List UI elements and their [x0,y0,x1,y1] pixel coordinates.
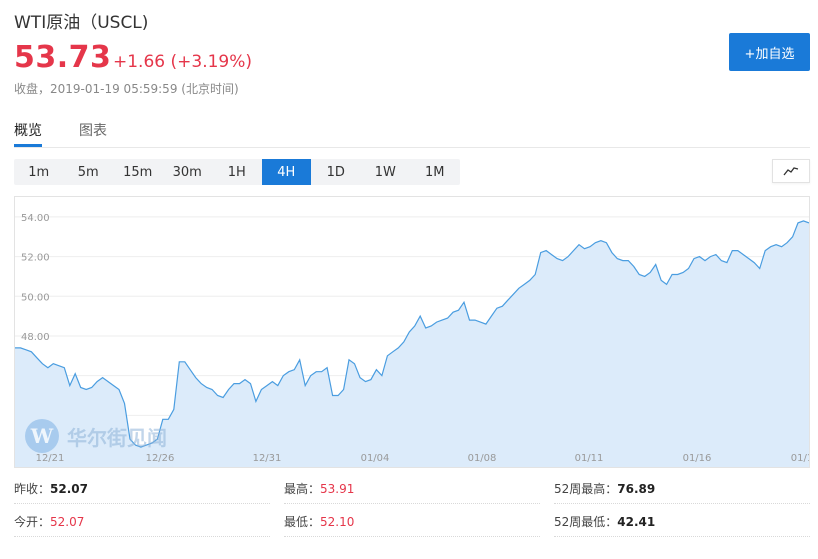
chart-type-button[interactable] [772,159,810,183]
stat-label: 最高： [284,482,321,496]
stat-low: 最低： 52.10 [284,507,540,537]
stat-value: 53.91 [320,481,355,496]
line-chart-icon [783,167,799,176]
watermark: W 华尔街见闻 [25,419,167,453]
period-1h[interactable]: 1H [212,159,262,185]
watermark-logo: W [25,419,59,453]
period-1d[interactable]: 1D [311,159,361,185]
period-1mo[interactable]: 1M [410,159,460,185]
stat-value: 52.10 [320,514,355,529]
tab-bar: 概览 图表 [14,110,810,148]
stat-52w-high: 52周最高： 76.89 [554,474,810,504]
stat-prev-close: 昨收： 52.07 [14,474,270,504]
current-price: 53.73 [14,40,112,75]
close-timestamp: 收盘，2019-01-19 05:59:59 (北京时间) [14,82,239,96]
period-1m[interactable]: 1m [14,159,64,185]
period-4h[interactable]: 4H [261,159,311,185]
price-chart[interactable]: 54.0052.0050.0048.0046.0044.0042.0012/21… [14,196,810,468]
x-tick-label: 01/11 [575,453,604,464]
instrument-title: WTI原油（USCL) [14,13,149,33]
stat-open: 今开： 52.07 [14,507,270,537]
y-tick-label: 50.00 [21,292,50,303]
period-1w[interactable]: 1W [361,159,411,185]
x-tick-label: 12/31 [253,453,282,464]
y-tick-label: 52.00 [21,253,50,264]
stat-label: 最低： [284,515,321,529]
stat-value: 42.41 [617,514,656,529]
x-tick-label: 01/1 [791,453,809,464]
stat-high: 最高： 53.91 [284,474,540,504]
tab-chart[interactable]: 图表 [79,120,107,140]
stat-label: 今开： [14,515,51,529]
x-tick-label: 01/16 [683,453,712,464]
period-15m[interactable]: 15m [113,159,163,185]
stat-52w-low: 52周最低： 42.41 [554,507,810,537]
stat-label: 昨收： [14,482,51,496]
period-5m[interactable]: 5m [64,159,114,185]
x-tick-label: 01/04 [361,453,390,464]
period-30m[interactable]: 30m [163,159,213,185]
y-tick-label: 48.00 [21,332,50,343]
watermark-text: 华尔街见闻 [67,425,167,450]
y-tick-label: 54.00 [21,213,50,224]
period-selector: 1m 5m 15m 30m 1H 4H 1D 1W 1M [14,159,460,185]
price-change: +1.66 (+3.19%) [113,52,253,72]
stat-label: 52周最高： [554,482,618,496]
add-to-watchlist-button[interactable]: +加自选 [729,33,810,71]
x-tick-label: 01/08 [468,453,497,464]
stat-value: 76.89 [617,481,656,496]
stat-value: 52.07 [50,481,88,496]
stat-value: 52.07 [50,514,85,529]
stat-label: 52周最低： [554,515,618,529]
x-tick-label: 12/26 [146,453,175,464]
x-tick-label: 12/21 [36,453,65,464]
tab-overview[interactable]: 概览 [14,120,42,147]
